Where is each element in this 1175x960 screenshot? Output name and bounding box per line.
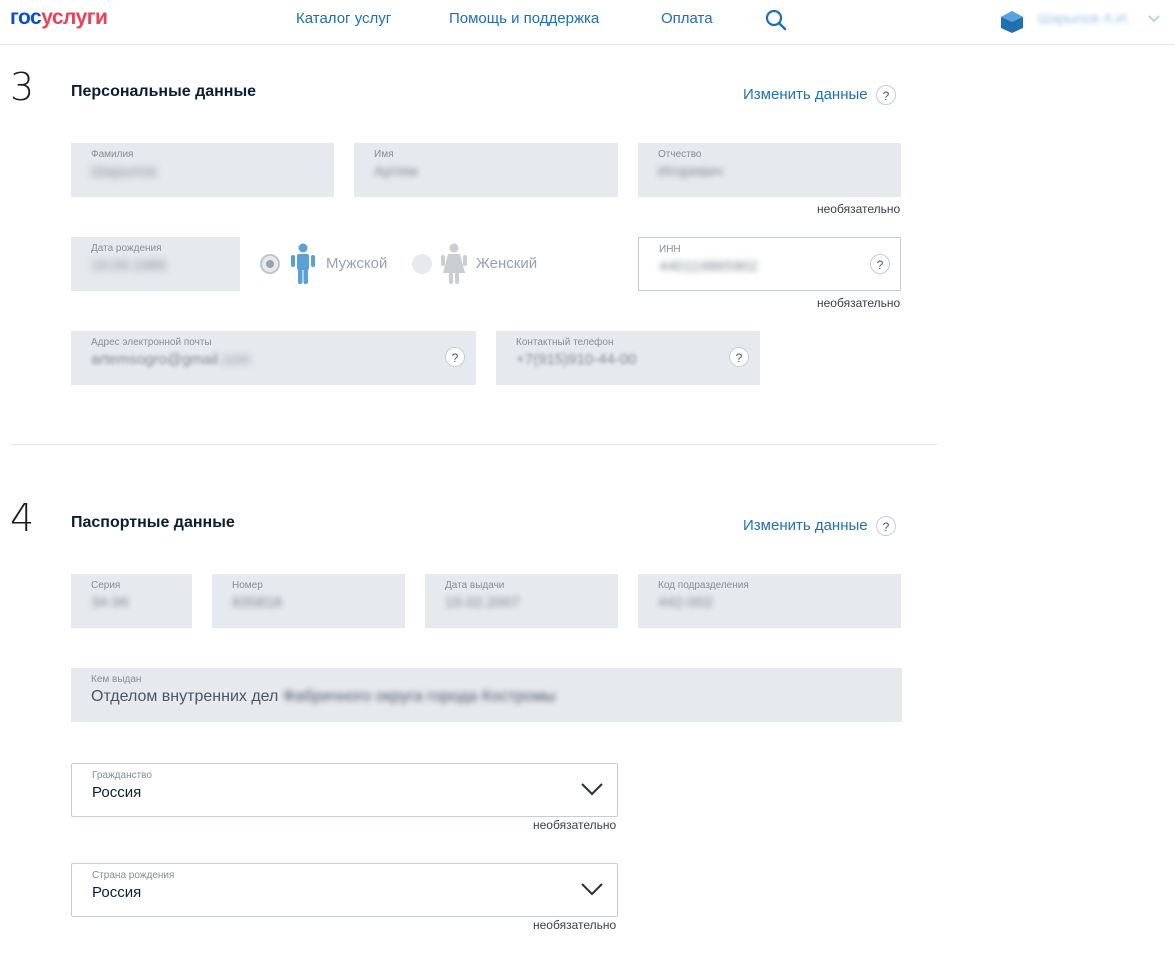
optional-note: необязательно (817, 296, 901, 310)
passport-number-field[interactable]: Номер 835818 (212, 574, 405, 628)
field-value: artemsogro@gmail.com (91, 351, 250, 368)
optional-note: необязательно (533, 818, 617, 832)
issued-by-field[interactable]: Кем выдан Отделом внутренних дел Фабричн… (71, 668, 902, 722)
field-value: Артем (374, 163, 418, 180)
field-value: +7(915)910-44-00 (516, 351, 637, 368)
help-icon[interactable]: ? (876, 516, 896, 536)
step-number: 4 (10, 496, 35, 540)
change-data-link[interactable]: Изменить данные (743, 86, 868, 103)
male-label[interactable]: Мужской (326, 255, 387, 272)
user-account-icon[interactable] (1000, 10, 1024, 34)
birth-country-select[interactable]: Страна рождения Россия (71, 863, 618, 917)
change-data-link[interactable]: Изменить данные (743, 517, 868, 534)
gosuslugi-logo[interactable]: госуслуги (10, 6, 108, 30)
field-label: Имя (374, 149, 394, 160)
field-label: Код подразделения (658, 580, 749, 591)
patronymic-field[interactable]: Отчество Игоревич (638, 143, 901, 197)
nav-catalog-link[interactable]: Каталог услуг (296, 10, 391, 27)
optional-note: необязательно (533, 918, 617, 932)
optional-note: необязательно (817, 202, 901, 216)
phone-field[interactable]: Контактный телефон +7(915)910-44-00 ? (496, 331, 760, 385)
chevron-down-icon[interactable] (581, 882, 603, 896)
field-label: ИНН (659, 244, 681, 255)
chevron-down-icon[interactable] (1148, 14, 1160, 24)
surname-field[interactable]: Фамилия Шарыпов (71, 143, 334, 197)
male-radio[interactable] (260, 254, 280, 274)
field-value: 19.09.1986 (91, 257, 167, 274)
field-value: 835818 (232, 594, 283, 611)
section-title: Паспортные данные (71, 514, 235, 531)
issue-date-field[interactable]: Дата выдачи 19.02.2007 (425, 574, 618, 628)
citizenship-select[interactable]: Гражданство Россия (71, 763, 618, 817)
field-value: Шарыпов (91, 163, 157, 180)
field-label: Гражданство (92, 770, 152, 781)
inn-field[interactable]: ИНН 440119865902 ? (638, 237, 901, 291)
name-field[interactable]: Имя Артем (354, 143, 618, 197)
field-label: Дата рождения (91, 243, 162, 254)
step-number: 3 (10, 65, 35, 109)
section-divider (12, 444, 937, 445)
section-title: Персональные данные (71, 83, 257, 100)
help-icon[interactable]: ? (445, 347, 465, 367)
chevron-down-icon[interactable] (581, 782, 603, 796)
issued-by-blurred-part: Фабричного округа города Костромы (282, 688, 556, 705)
passport-series-field[interactable]: Серия 34 06 (71, 574, 192, 628)
female-figure-icon[interactable] (441, 243, 467, 285)
email-field[interactable]: Адрес электронной почты artemsogro@gmail… (71, 331, 476, 385)
field-label: Контактный телефон (516, 337, 614, 348)
field-value: 440119865902 (659, 258, 758, 275)
issued-by-visible-part: Отделом внутренних дел (91, 688, 279, 705)
field-value: Игоревич (658, 163, 724, 180)
email-blurred-part: .com (217, 351, 251, 368)
field-label: Страна рождения (92, 870, 175, 881)
logo-part-a: гос (10, 6, 42, 29)
email-visible-part: artemsogro@gmail (91, 351, 218, 368)
field-label: Кем выдан (91, 674, 142, 685)
user-name[interactable]: Шарыпов А.И. (1038, 10, 1130, 26)
field-label: Дата выдачи (445, 580, 505, 591)
help-icon[interactable]: ? (870, 254, 890, 274)
top-header: госуслуги Каталог услуг Помощь и поддерж… (0, 0, 1175, 45)
department-code-field[interactable]: Код подразделения 442-002 (638, 574, 901, 628)
field-value: Отделом внутренних дел Фабричного округа… (91, 688, 556, 706)
field-label: Фамилия (91, 149, 134, 160)
birth-date-field[interactable]: Дата рождения 19.09.1986 (71, 237, 240, 291)
field-value: Россия (92, 884, 142, 901)
help-icon[interactable]: ? (876, 85, 896, 105)
field-label: Адрес электронной почты (91, 337, 212, 348)
nav-help-link[interactable]: Помощь и поддержка (449, 10, 599, 27)
field-value: Россия (92, 784, 142, 801)
field-label: Серия (91, 580, 121, 591)
nav-payment-link[interactable]: Оплата (661, 10, 713, 27)
field-label: Номер (232, 580, 263, 591)
male-figure-icon[interactable] (290, 243, 316, 285)
field-value: 19.02.2007 (445, 594, 521, 611)
field-value: 442-002 (658, 594, 714, 611)
female-radio[interactable] (412, 254, 432, 274)
field-value: 34 06 (91, 594, 129, 611)
field-label: Отчество (658, 149, 702, 160)
logo-part-b: услуги (41, 6, 108, 29)
female-label[interactable]: Женский (476, 255, 537, 272)
search-icon[interactable] (764, 8, 788, 32)
help-icon[interactable]: ? (729, 347, 749, 367)
